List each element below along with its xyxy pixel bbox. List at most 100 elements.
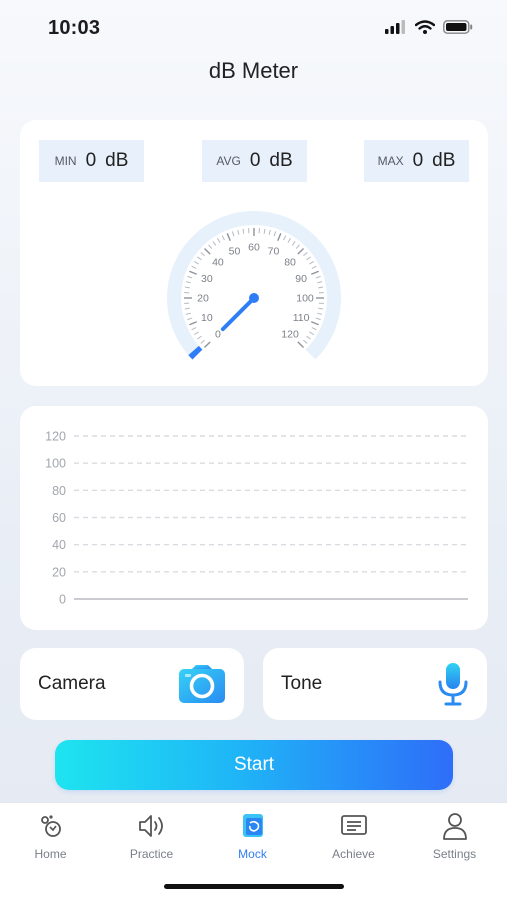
- gauge-tick: [311, 327, 317, 331]
- gauge-tick: [306, 256, 311, 261]
- camera-label: Camera: [38, 673, 106, 694]
- gauge-tick: [315, 317, 321, 321]
- chart-y-tick-label: 100: [45, 457, 66, 471]
- min-stat-value: 0: [85, 150, 97, 171]
- gauge-level: [188, 345, 203, 360]
- battery-icon: [443, 20, 473, 34]
- page-title: dB Meter: [208, 58, 299, 83]
- gauge-tick: [318, 307, 324, 310]
- gauge-tick-label: 10: [201, 312, 213, 324]
- gauge-tick: [194, 331, 199, 336]
- tab-settings[interactable]: Settings: [404, 811, 505, 863]
- gauge-tick: [200, 339, 205, 344]
- gauge-tick: [197, 256, 202, 261]
- gauge-tick: [221, 235, 225, 241]
- min-stat: MIN 0 dB: [39, 140, 144, 182]
- gauge-tick: [194, 260, 199, 265]
- gauge-tick: [184, 286, 190, 289]
- gauge-tick: [187, 275, 193, 279]
- speaker-icon: [138, 815, 163, 837]
- gauge-tick: [283, 235, 287, 241]
- gauge-tick: [185, 312, 191, 315]
- tab-home[interactable]: Home: [0, 811, 101, 863]
- home-icon: [40, 815, 61, 837]
- tab-practice[interactable]: Practice: [101, 811, 202, 863]
- mock-icon: [242, 814, 263, 837]
- tab-settings-label: Settings: [432, 847, 477, 861]
- gauge-tick: [204, 341, 211, 348]
- gauge-tick: [226, 233, 231, 241]
- gauge-tick: [311, 270, 319, 275]
- gauge-tick: [204, 248, 211, 255]
- gauge-tick: [268, 229, 271, 235]
- chart-y-tick-label: 80: [52, 484, 66, 498]
- person-icon: [442, 813, 467, 840]
- gauge-tick: [311, 265, 317, 269]
- tab-achieve-label: Achieve: [332, 847, 375, 861]
- min-stat-unit: dB: [105, 150, 129, 171]
- gauge-tick: [297, 341, 304, 348]
- gauge-tick: [273, 231, 277, 237]
- gauge-tick: [208, 244, 213, 249]
- tab-mock[interactable]: Mock: [202, 811, 303, 863]
- gauge-tick: [197, 335, 202, 340]
- decibel-gauge: 010 20 30 40 50 60 70 80 90 100 110 120: [167, 211, 341, 360]
- history-chart-card: 120 100 80 60 40 20 0: [20, 406, 488, 630]
- max-stat-unit: dB: [432, 150, 456, 171]
- gauge-needle: [220, 296, 256, 332]
- gauge-tick-label: 70: [268, 245, 280, 257]
- gauge-tick: [291, 241, 296, 246]
- gauge-tick-label: 40: [212, 256, 224, 268]
- gauge-tick-label: 30: [201, 273, 213, 285]
- gauge-tick: [318, 286, 324, 289]
- home-indicator: [164, 884, 344, 889]
- gauge-tick-label: 100: [296, 293, 314, 305]
- signal-icon: [385, 20, 405, 34]
- gauge-tick: [200, 252, 205, 257]
- gauge-tick: [303, 252, 308, 257]
- tab-mock-label: Mock: [238, 847, 267, 861]
- gauge-tick: [184, 307, 190, 310]
- gauge-tick: [287, 238, 292, 243]
- gauge-tick: [277, 233, 282, 241]
- gauge-tick-label: 20: [197, 293, 209, 305]
- gauge-tick: [185, 281, 191, 284]
- camera-button[interactable]: Camera: [20, 648, 244, 720]
- history-chart: 120 100 80 60 40 20 0: [45, 430, 468, 607]
- gauge-tick: [317, 312, 323, 315]
- gauge-tick: [231, 231, 235, 237]
- gauge-tick: [315, 275, 321, 279]
- gauge-tick: [189, 321, 197, 326]
- avg-stat-value: 0: [249, 150, 261, 171]
- wifi-icon: [415, 20, 435, 34]
- gauge-tick: [189, 270, 197, 275]
- gauge-tick: [306, 335, 311, 340]
- status-bar: 10:03: [0, 0, 507, 56]
- gauge-tick: [309, 260, 314, 265]
- microphone-icon: [438, 663, 468, 706]
- max-stat-value: 0: [412, 150, 424, 171]
- chart-y-tick-label: 60: [52, 511, 66, 525]
- gauge-tick: [212, 241, 217, 246]
- chart-y-tick-label: 20: [52, 565, 66, 579]
- gauge-tick-label: 90: [295, 273, 307, 285]
- gauge-tick: [309, 331, 314, 336]
- avg-stat-unit: dB: [269, 150, 293, 171]
- tone-button[interactable]: Tone: [263, 648, 487, 720]
- gauge-track: [167, 211, 341, 360]
- status-time: 10:03: [48, 17, 101, 39]
- start-button[interactable]: Start: [55, 740, 453, 790]
- gauge-tick-label: 60: [248, 242, 260, 254]
- gauge-tick-label: 50: [229, 245, 241, 257]
- tab-home-label: Home: [34, 847, 67, 861]
- gauge-tick-label: 80: [284, 256, 296, 268]
- chart-y-tick-label: 120: [45, 430, 66, 444]
- gauge-tick: [263, 228, 266, 234]
- gauge-tick: [295, 244, 300, 249]
- min-stat-key: MIN: [54, 154, 77, 168]
- avg-stat: AVG 0 dB: [202, 140, 307, 182]
- meter-card: MIN 0 dB AVG 0 dB MAX 0 dB 0 10 20 30 40 50 60…: [20, 120, 488, 386]
- gauge-tick: [187, 317, 193, 321]
- tab-achieve[interactable]: Achieve: [303, 811, 404, 863]
- gauge-tick: [303, 339, 308, 344]
